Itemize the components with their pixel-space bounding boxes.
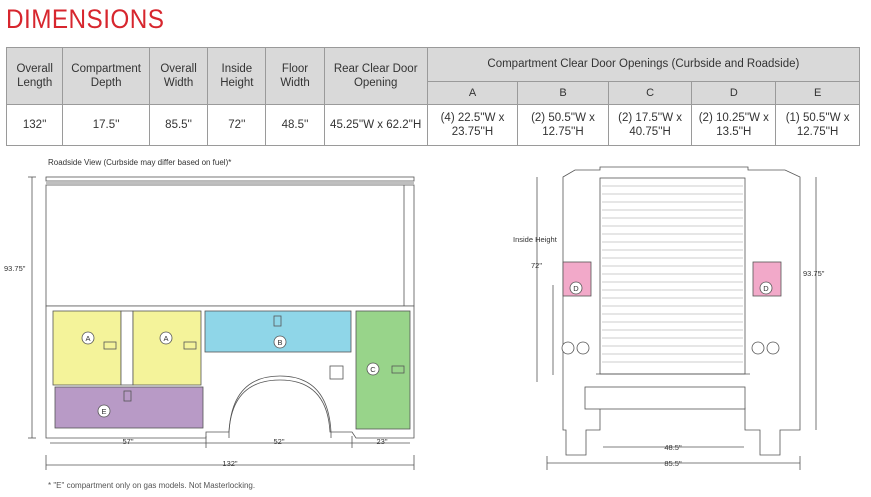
marker-d-left-label: D xyxy=(573,284,579,293)
roof-rail xyxy=(45,176,415,182)
compartment-a-right xyxy=(132,310,202,386)
marker-b-label: B xyxy=(277,338,282,347)
inside-height-label: Inside Height xyxy=(513,235,558,244)
dim-52-label: 52" xyxy=(273,437,284,446)
side-height-label: 93.75" xyxy=(4,264,26,273)
marker-c-label: C xyxy=(370,365,376,374)
rear-height-label: 93.75" xyxy=(803,269,825,278)
overall-width-label: 85.5" xyxy=(664,459,682,468)
compartment-e xyxy=(54,386,204,429)
compartment-c xyxy=(355,310,411,430)
compartment-divider xyxy=(120,310,134,386)
floor-width-label: 48.5" xyxy=(664,443,682,452)
rear-door xyxy=(599,177,746,375)
marker-d-right-label: D xyxy=(763,284,769,293)
marker-a2-label: A xyxy=(163,334,168,343)
dim-57-label: 57" xyxy=(122,437,133,446)
inside-height-value: 72" xyxy=(531,261,542,270)
compartment-a-left xyxy=(52,310,122,386)
dim-132-label: 132" xyxy=(222,459,238,468)
upper-body xyxy=(45,184,415,307)
marker-a1-label: A xyxy=(85,334,90,343)
fuel-door xyxy=(329,365,344,380)
vehicle-drawings: A A B C E 93.75" 57" 52" 23" 132" Inside… xyxy=(4,166,825,470)
dim-23-label: 23" xyxy=(376,437,387,446)
marker-e-label: E xyxy=(101,407,106,416)
footnote: * "E" compartment only on gas models. No… xyxy=(48,481,256,490)
